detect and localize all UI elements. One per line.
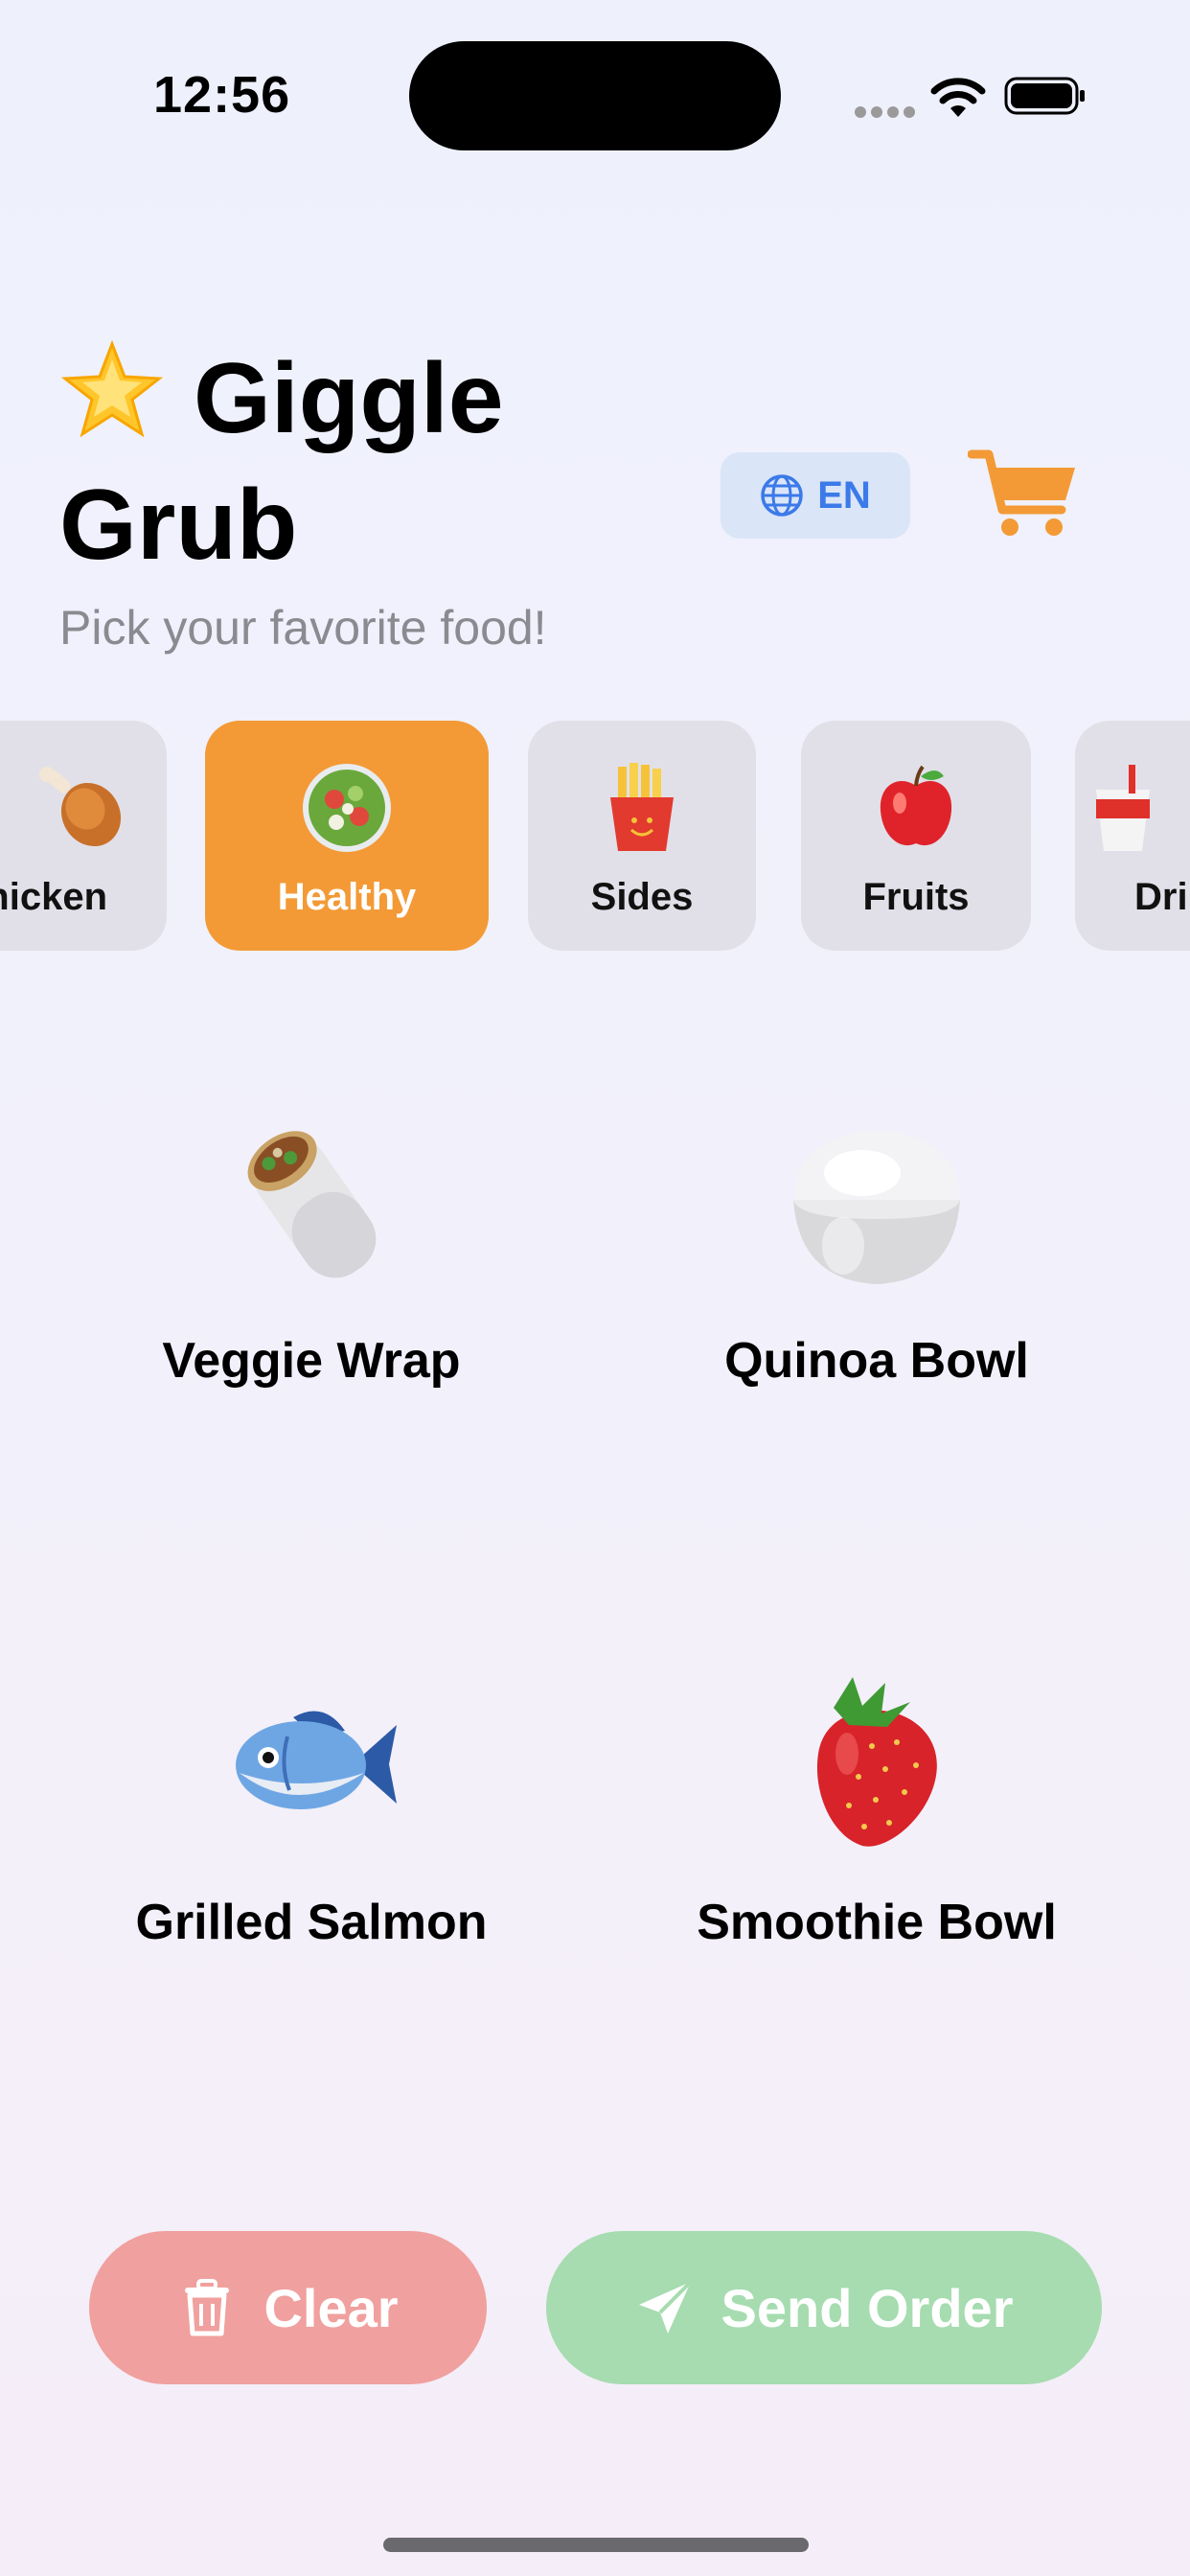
- page-subtitle: Pick your favorite food!: [59, 601, 547, 655]
- menu-item-label: Quinoa Bowl: [724, 1333, 1029, 1389]
- menu-item-label: Veggie Wrap: [162, 1333, 461, 1389]
- menu-item-grilled-salmon[interactable]: Grilled Salmon: [43, 1673, 580, 1999]
- category-sides[interactable]: Sides: [528, 721, 756, 951]
- apple-icon: [880, 765, 952, 846]
- wifi-icon: [930, 78, 986, 117]
- category-drinks[interactable]: Drinks: [1075, 721, 1190, 951]
- menu-item-label: Grilled Salmon: [135, 1895, 488, 1950]
- fish-icon: [236, 1711, 397, 1809]
- category-healthy[interactable]: Healthy: [205, 721, 489, 951]
- app-title: Giggle Grub: [59, 335, 653, 588]
- clear-button-label: Clear: [263, 2277, 399, 2338]
- burrito-icon: [247, 1131, 377, 1278]
- menu-item-quinoa-bowl[interactable]: Quinoa Bowl: [608, 1112, 1145, 1438]
- menu-item-veggie-wrap[interactable]: Veggie Wrap: [43, 1112, 580, 1438]
- strawberry-icon: [816, 1677, 937, 1847]
- status-bar: 12:56: [0, 0, 1190, 192]
- glowing-star-icon: [60, 339, 164, 438]
- status-time: 12:56: [153, 66, 291, 124]
- cellular-signal-icon: [855, 104, 920, 122]
- language-label: EN: [817, 473, 871, 517]
- menu-item-smoothie-bowl[interactable]: Smoothie Bowl: [608, 1673, 1145, 1999]
- category-label: Chicken: [0, 876, 107, 918]
- home-indicator[interactable]: [383, 2538, 809, 2552]
- cart-icon[interactable]: [968, 447, 1079, 539]
- category-chicken[interactable]: Chicken: [0, 721, 167, 951]
- trash-icon: [185, 2279, 230, 2336]
- paper-plane-icon: [638, 2280, 692, 2334]
- drink-icon: [1096, 765, 1150, 851]
- category-fruits[interactable]: Fruits: [801, 721, 1031, 951]
- fries-icon: [610, 763, 674, 851]
- send-order-button[interactable]: Send Order: [546, 2231, 1102, 2384]
- category-scroller[interactable]: Chicken Healthy Sides: [0, 721, 1190, 951]
- language-button[interactable]: EN: [721, 452, 910, 539]
- category-label: Drinks: [1134, 876, 1190, 918]
- category-label: Fruits: [862, 876, 970, 918]
- salad-icon: [303, 764, 391, 852]
- clear-button[interactable]: Clear: [89, 2231, 487, 2384]
- send-order-button-label: Send Order: [721, 2277, 1014, 2338]
- battery-icon: [1004, 77, 1085, 115]
- drumstick-icon: [38, 767, 121, 847]
- globe-icon: [761, 474, 803, 517]
- menu-item-label: Smoothie Bowl: [697, 1895, 1057, 1950]
- rice-bowl-icon: [793, 1131, 960, 1284]
- dynamic-island: [409, 41, 781, 150]
- category-label: Healthy: [277, 876, 417, 918]
- category-label: Sides: [590, 876, 694, 918]
